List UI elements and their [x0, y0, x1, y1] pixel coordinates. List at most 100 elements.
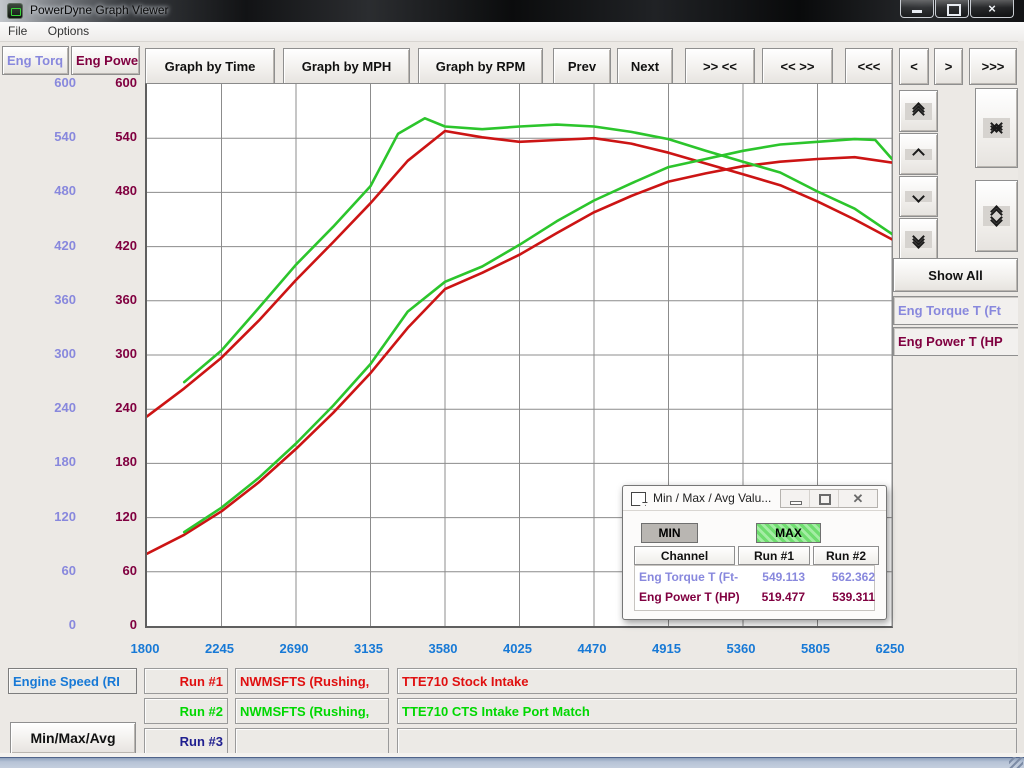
show-all-button[interactable]: Show All [893, 258, 1018, 292]
run-description-1[interactable]: TTE710 Stock Intake [397, 668, 1017, 694]
chevron-down-icon [905, 191, 932, 202]
document-icon [631, 492, 646, 506]
rpm-tick-label: 3580 [429, 641, 458, 656]
max-toggle-button[interactable]: MAX [756, 523, 821, 543]
power-tick-label: 60 [67, 563, 137, 578]
curve-run-2-eng-torque-t-ft-lbs- [184, 118, 892, 382]
dialog-maximize-button[interactable] [810, 490, 839, 507]
torque-tick-label: 420 [6, 238, 76, 253]
power-tick-label: 180 [67, 454, 137, 469]
graph-by-rpm-button[interactable]: Graph by RPM [418, 48, 543, 85]
chevron-down-button[interactable] [899, 176, 938, 217]
triple-chevron-down-button[interactable] [899, 218, 938, 260]
channel-box-torque[interactable]: Eng Torque T (Ft [893, 296, 1023, 325]
maximize-button[interactable] [935, 0, 969, 18]
maximize-icon [947, 4, 961, 16]
power-tick-label: 240 [67, 400, 137, 415]
pan-right-button[interactable]: > [934, 48, 963, 85]
pan-far-right-button[interactable]: >>> [969, 48, 1017, 85]
resize-grip-icon[interactable] [1009, 757, 1023, 768]
torque-tick-label: 0 [6, 617, 76, 632]
run-label-3: Run #3 [144, 728, 228, 754]
pan-left-button[interactable]: < [899, 48, 929, 85]
power-tick-label: 360 [67, 292, 137, 307]
dialog-minimize-button[interactable] [781, 490, 810, 507]
tab-eng-torque-label: Eng Torq [7, 53, 63, 68]
title-bar[interactable]: PowerDyne Graph Viewer × [0, 0, 1024, 22]
torque-tick-label: 120 [6, 509, 76, 524]
run-label-2: Run #2 [144, 698, 228, 724]
run-label-1: Run #1 [144, 668, 228, 694]
zoom-out-x-button[interactable]: << >> [762, 48, 833, 85]
window-title: PowerDyne Graph Viewer [30, 3, 169, 17]
power-tick-label: 480 [67, 183, 137, 198]
dialog-column-channel[interactable]: Channel [634, 546, 735, 565]
expand-vertical-icon [983, 206, 1010, 226]
dialog-row-channel: Eng Torque T (Ft- [639, 570, 739, 584]
chevron-up-button[interactable] [899, 133, 938, 175]
menu-file[interactable]: File [0, 22, 35, 40]
dialog-close-icon: ✕ [839, 490, 877, 507]
dialog-column-run1[interactable]: Run #1 [738, 546, 810, 565]
rpm-tick-label: 3135 [354, 641, 383, 656]
collapse-vertical-icon [983, 118, 1010, 138]
curve-run-2-eng-power-t-hp- [184, 139, 892, 532]
tab-eng-torque[interactable]: Eng Torq [2, 46, 69, 75]
torque-tick-label: 480 [6, 183, 76, 198]
x-channel-box[interactable]: Engine Speed (RI [8, 668, 137, 694]
torque-tick-label: 600 [6, 75, 76, 90]
prev-button[interactable]: Prev [553, 48, 611, 85]
collapse-vertical-button[interactable] [975, 88, 1018, 168]
rpm-tick-label: 6250 [876, 641, 905, 656]
triple-chevron-down-icon [905, 231, 932, 248]
torque-tick-label: 180 [6, 454, 76, 469]
pan-far-left-button[interactable]: <<< [845, 48, 893, 85]
power-tick-label: 0 [67, 617, 137, 632]
run-description-3[interactable] [397, 728, 1017, 754]
tab-eng-power-label: Eng Powe [76, 53, 138, 68]
powerdyne-window: PowerDyne Graph Viewer × File Options En… [0, 0, 1024, 768]
run-operator-2[interactable]: NWMSFTS (Rushing, [235, 698, 389, 724]
run-operator-1[interactable]: NWMSFTS (Rushing, [235, 668, 389, 694]
triple-chevron-up-button[interactable] [899, 90, 938, 132]
zoom-in-x-button[interactable]: >> << [685, 48, 755, 85]
rpm-tick-label: 2245 [205, 641, 234, 656]
dialog-row-run2-value: 539.311 [809, 590, 875, 604]
graph-by-mph-button[interactable]: Graph by MPH [283, 48, 410, 85]
channel-box-power[interactable]: Eng Power T (HP [893, 327, 1023, 356]
dialog-column-run2[interactable]: Run #2 [813, 546, 879, 565]
rpm-tick-label: 4025 [503, 641, 532, 656]
dialog-row-channel: Eng Power T (HP) [639, 590, 739, 604]
show-all-label: Show All [928, 268, 982, 283]
dialog-row-run2-value: 562.362 [809, 570, 875, 584]
window-frame-bottom [0, 757, 1024, 768]
close-icon: × [971, 1, 1013, 17]
next-button[interactable]: Next [617, 48, 673, 85]
dialog-title-bar[interactable]: Min / Max / Avg Valu... ✕ [623, 486, 886, 511]
dialog-row-run1-value: 519.477 [735, 590, 805, 604]
dialog-row-run1-value: 549.113 [735, 570, 805, 584]
torque-tick-label: 240 [6, 400, 76, 415]
app-icon [7, 3, 23, 19]
torque-tick-label: 300 [6, 346, 76, 361]
dialog-close-button[interactable]: ✕ [839, 490, 877, 507]
menu-bar: File Options [0, 22, 1024, 42]
expand-vertical-button[interactable] [975, 180, 1018, 252]
power-tick-label: 300 [67, 346, 137, 361]
tab-eng-power[interactable]: Eng Powe [71, 46, 140, 75]
menu-options[interactable]: Options [40, 22, 97, 40]
min-max-avg-button[interactable]: Min/Max/Avg [10, 722, 136, 754]
close-button[interactable]: × [970, 0, 1014, 18]
chevron-up-icon [905, 149, 932, 160]
run-description-2[interactable]: TTE710 CTS Intake Port Match [397, 698, 1017, 724]
min-toggle-button[interactable]: MIN [641, 523, 698, 543]
window-border-right [1018, 41, 1024, 753]
torque-tick-label: 360 [6, 292, 76, 307]
rpm-tick-label: 4915 [652, 641, 681, 656]
rpm-tick-label: 4470 [578, 641, 607, 656]
power-tick-label: 600 [67, 75, 137, 90]
run-operator-3[interactable] [235, 728, 389, 754]
rpm-tick-label: 1800 [131, 641, 160, 656]
minimize-button[interactable] [900, 0, 934, 18]
graph-by-time-button[interactable]: Graph by Time [145, 48, 275, 85]
